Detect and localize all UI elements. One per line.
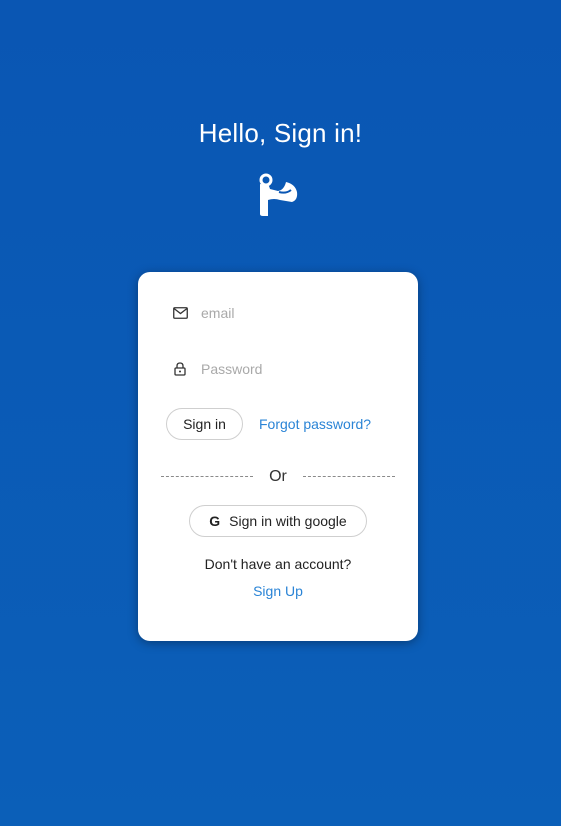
forgot-password-link[interactable]: Forgot password? [259,416,371,432]
google-signin-button[interactable]: G Sign in with google [189,505,367,537]
google-icon: G [209,513,221,529]
no-account-text: Don't have an account? [204,556,352,572]
signin-button[interactable]: Sign in [166,408,243,440]
or-divider: Or [161,468,395,486]
password-input[interactable] [201,361,381,377]
divider-label: Or [269,468,287,485]
password-field [172,357,392,381]
page-title: Hello, Sign in! [198,118,363,148]
divider-line-right [303,476,395,477]
flexed-arm-icon [256,170,300,218]
mail-icon [172,305,188,321]
email-input[interactable] [201,305,381,321]
lock-icon [172,361,188,377]
email-field [172,301,392,325]
signin-card: Sign in Forgot password? Or G Sign in wi… [138,272,418,641]
signup-link[interactable]: Sign Up [138,583,418,599]
google-signin-label: Sign in with google [229,513,347,529]
